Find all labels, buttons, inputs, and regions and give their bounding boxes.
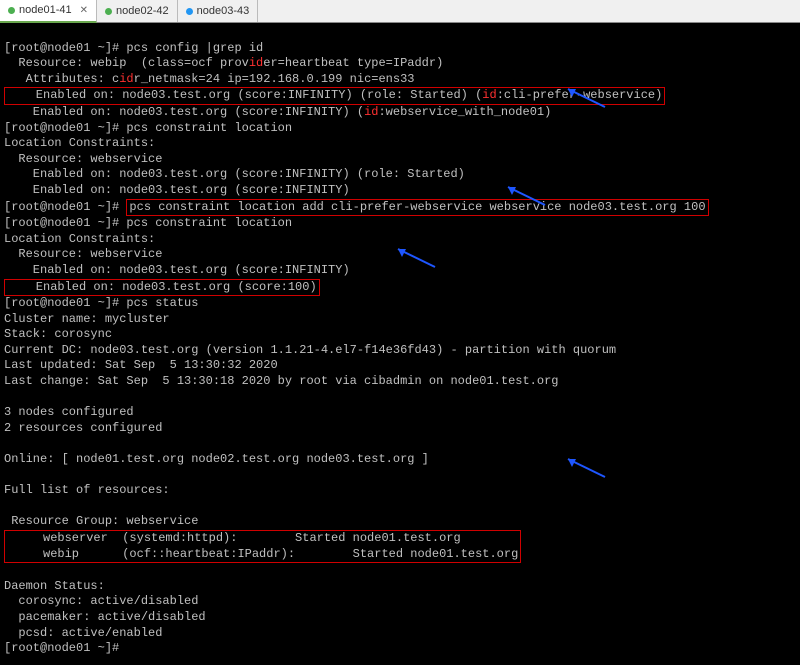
output-line: Attributes: c — [4, 72, 119, 86]
tab-node01[interactable]: node01-41 ✕ — [0, 0, 97, 23]
command: pcs config |grep id — [126, 41, 263, 55]
output-line: Full list of resources: — [4, 483, 170, 497]
grep-match: id — [364, 105, 378, 119]
output-line: Resource: webservice — [4, 152, 162, 166]
prompt: [root@node01 ~]# — [4, 296, 119, 310]
output-line: corosync: active/disabled — [4, 594, 198, 608]
output-line: Online: [ node01.test.org node02.test.or… — [4, 452, 429, 466]
output-line: Resource: webip (class=ocf prov — [4, 56, 249, 70]
grep-match: id — [482, 88, 496, 102]
output-line: er=heartbeat type=IPaddr) — [263, 56, 443, 70]
status-dot-icon — [186, 8, 193, 15]
prompt: [root@node01 ~]# — [4, 200, 119, 214]
output-line: Enabled on: node03.test.org (score:INFIN… — [4, 105, 364, 119]
tab-label: node02-42 — [116, 4, 169, 18]
output-line: Enabled on: node03.test.org (score:INFIN… — [7, 88, 482, 102]
status-dot-icon — [105, 8, 112, 15]
highlight-box: webserver (systemd:httpd): Started node0… — [4, 530, 521, 563]
tab-label: node03-43 — [197, 4, 250, 18]
output-line: webserver (systemd:httpd): Started node0… — [7, 531, 461, 545]
grep-match: id — [119, 72, 133, 86]
output-line: Location Constraints: — [4, 136, 155, 150]
highlight-box: pcs constraint location add cli-prefer-w… — [126, 199, 708, 217]
output-line: Daemon Status: — [4, 579, 105, 593]
terminal-output[interactable]: [root@node01 ~]# pcs config |grep id Res… — [0, 23, 800, 665]
output-line: pcsd: active/enabled — [4, 626, 162, 640]
output-line: pacemaker: active/disabled — [4, 610, 206, 624]
close-icon[interactable]: ✕ — [80, 4, 88, 17]
output-line: Enabled on: node03.test.org (score:INFIN… — [4, 183, 350, 197]
output-line: r_netmask=24 ip=192.168.0.199 nic=ens33 — [134, 72, 415, 86]
output-line: :cli-prefer-webservice) — [497, 88, 663, 102]
output-line: 2 resources configured — [4, 421, 162, 435]
command: pcs constraint location — [126, 216, 292, 230]
command: pcs constraint location — [126, 121, 292, 135]
output-line: Enabled on: node03.test.org (score:INFIN… — [4, 167, 465, 181]
status-dot-icon — [8, 7, 15, 14]
output-line: 3 nodes configured — [4, 405, 134, 419]
output-line: Resource Group: webservice — [4, 514, 198, 528]
prompt: [root@node01 ~]# — [4, 216, 119, 230]
output-line: Cluster name: mycluster — [4, 312, 170, 326]
output-line: Enabled on: node03.test.org (score:100) — [7, 280, 317, 294]
output-line: Last updated: Sat Sep 5 13:30:32 2020 — [4, 358, 278, 372]
output-line: Location Constraints: — [4, 232, 155, 246]
output-line: Stack: corosync — [4, 327, 112, 341]
tab-bar: node01-41 ✕ node02-42 node03-43 — [0, 0, 800, 23]
output-line: webip (ocf::heartbeat:IPaddr): Started n… — [7, 547, 518, 561]
tab-label: node01-41 — [19, 3, 72, 17]
prompt: [root@node01 ~]# — [4, 41, 119, 55]
prompt: [root@node01 ~]# — [4, 121, 119, 135]
output-line: Enabled on: node03.test.org (score:INFIN… — [4, 263, 350, 277]
command: pcs status — [126, 296, 198, 310]
tab-node02[interactable]: node02-42 — [97, 0, 178, 22]
command: pcs constraint location add cli-prefer-w… — [129, 200, 705, 214]
tab-node03[interactable]: node03-43 — [178, 0, 259, 22]
highlight-box: Enabled on: node03.test.org (score:INFIN… — [4, 87, 665, 105]
highlight-box: Enabled on: node03.test.org (score:100) — [4, 279, 320, 297]
output-line: :webservice_with_node01) — [378, 105, 551, 119]
prompt: [root@node01 ~]# — [4, 641, 119, 655]
output-line: Current DC: node03.test.org (version 1.1… — [4, 343, 616, 357]
output-line: Resource: webservice — [4, 247, 162, 261]
output-line: Last change: Sat Sep 5 13:30:18 2020 by … — [4, 374, 559, 388]
grep-match: id — [249, 56, 263, 70]
